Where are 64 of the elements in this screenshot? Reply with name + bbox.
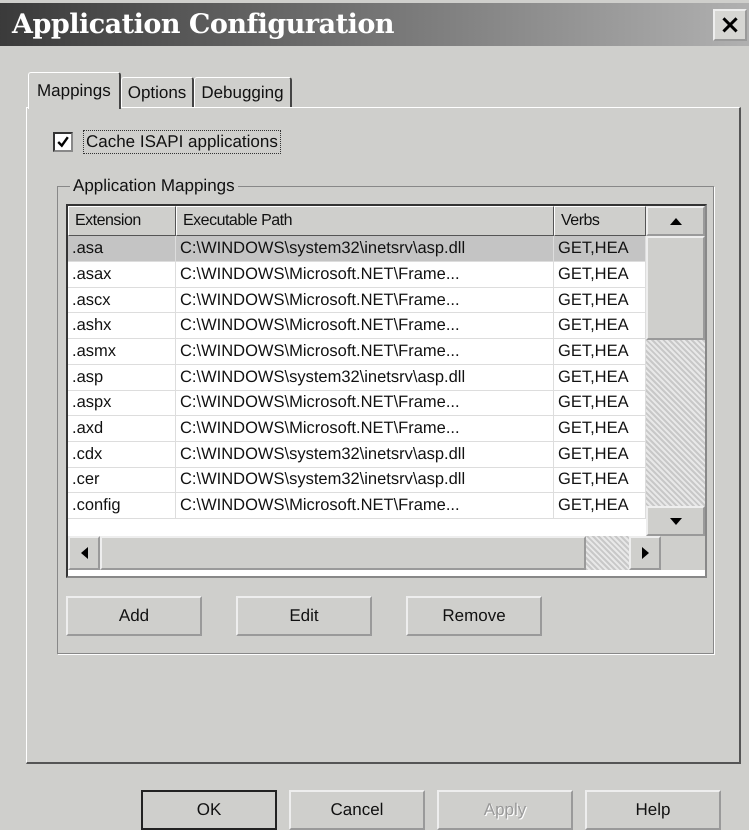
table-row[interactable]: .asp C:\WINDOWS\system32\inetsrv\asp.dll GET,HEA [68,364,646,391]
scrollbar-corner [661,536,705,570]
table-cell: .ashx [68,313,176,338]
column-header[interactable]: Executable Path [176,206,554,236]
column-header[interactable]: Extension [68,206,176,236]
table-cell: .cer [68,468,176,492]
table-row[interactable]: .ascx C:\WINDOWS\Microsoft.NET\Frame... GET,HEA [68,288,646,314]
vertical-scrollbar[interactable] [646,236,705,536]
check-icon [57,136,69,148]
table-cell: .asp [68,364,176,390]
scroll-up-button[interactable] [646,206,705,236]
down-arrow-icon [670,518,682,525]
table-cell: .asax [68,262,176,287]
table-row[interactable]: .axd C:\WINDOWS\Microsoft.NET\Frame... GET,HEA [68,416,646,442]
table-cell: C:\WINDOWS\Microsoft.NET\Frame... [176,493,554,518]
right-arrow-icon [642,547,648,560]
scroll-right-button[interactable] [629,536,661,570]
table-row[interactable]: .cdx C:\WINDOWS\system32\inetsrv\asp.dll GET,HEA [68,442,646,468]
table-cell: C:\WINDOWS\system32\inetsrv\asp.dll [176,236,554,262]
dialog-button[interactable]: Add [66,596,202,636]
tab[interactable]: Options [120,77,194,108]
table-cell: .cdx [68,442,176,467]
table-cell: C:\WINDOWS\Microsoft.NET\Frame... [176,339,554,364]
window-title: Application Configuration [12,9,394,40]
table-row[interactable]: .ashx C:\WINDOWS\Microsoft.NET\Frame... GET,HEA [68,313,646,340]
checkbox-label[interactable]: Cache ISAPI applications [83,130,281,154]
table-cell: .axd [68,416,176,441]
left-arrow-icon [80,547,88,560]
horizontal-scrollbar[interactable] [68,536,705,570]
table-row[interactable]: .asax C:\WINDOWS\Microsoft.NET\Frame... GET,HEA [68,262,646,288]
scroll-left-button[interactable] [68,536,100,570]
tab[interactable]: Mappings [28,72,121,110]
scroll-thumb[interactable] [646,236,705,340]
table-cell: C:\WINDOWS\Microsoft.NET\Frame... [176,390,554,416]
checkbox[interactable] [53,132,73,152]
table-row[interactable]: .aspx C:\WINDOWS\Microsoft.NET\Frame... GET,HEA [68,390,646,416]
table-cell: C:\WINDOWS\Microsoft.NET\Frame... [176,262,554,287]
table-row[interactable]: .asa C:\WINDOWS\system32\inetsrv\asp.dll GET,HEA [68,236,646,262]
scroll-thumb[interactable] [100,536,586,570]
table-cell: .config [68,493,176,518]
table-cell: .ascx [68,288,176,312]
dialog-button[interactable]: Cancel [289,790,425,830]
up-arrow-icon [670,218,682,225]
table-cell: .aspx [68,390,176,416]
table-row[interactable]: .asmx C:\WINDOWS\Microsoft.NET\Frame... GET,HEA [68,339,646,365]
table-cell: C:\WINDOWS\system32\inetsrv\asp.dll [176,364,554,390]
dialog-button[interactable]: Edit [236,596,372,636]
group-title: Application Mappings [72,176,236,196]
table-cell: C:\WINDOWS\Microsoft.NET\Frame... [176,288,554,312]
table-cell: C:\WINDOWS\Microsoft.NET\Frame... [176,313,554,338]
close-button[interactable]: × [713,8,747,41]
table-row[interactable]: .cer C:\WINDOWS\system32\inetsrv\asp.dll GET,HEA [68,468,646,494]
dialog-button[interactable]: Remove [406,596,542,636]
column-header[interactable]: Verbs [554,206,646,236]
table-cell: C:\WINDOWS\Microsoft.NET\Frame... [176,416,554,441]
dialog-button[interactable]: OK [141,790,277,830]
scroll-down-button[interactable] [646,506,705,536]
table-row[interactable]: .config C:\WINDOWS\Microsoft.NET\Frame... GET,HEA [68,493,646,519]
table-cell: .asa [68,236,176,262]
tab[interactable]: Debugging [194,77,292,108]
table-cell: C:\WINDOWS\system32\inetsrv\asp.dll [176,442,554,467]
table-cell: C:\WINDOWS\system32\inetsrv\asp.dll [176,468,554,492]
table-cell: .asmx [68,339,176,364]
dialog-button[interactable]: Help [585,790,721,830]
